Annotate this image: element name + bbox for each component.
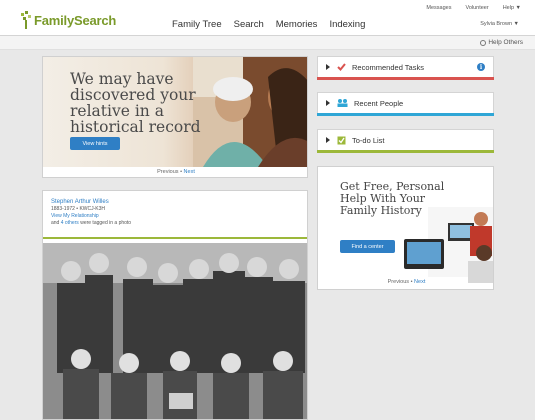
group-photo[interactable] (43, 243, 307, 419)
view-relationship-link[interactable]: View My Relationship (51, 213, 301, 220)
todo-list-accent (317, 150, 494, 153)
volunteer-link[interactable]: Volunteer (465, 5, 488, 11)
personal-help-promo: Get Free, Personal Help With Your Family… (317, 166, 494, 290)
group-photo-image (43, 243, 307, 419)
tag-summary: and 4 others were tagged in a photo (51, 220, 301, 227)
photo-divider (43, 237, 307, 239)
people-icon (337, 99, 348, 107)
hero-pager: Previous • Next (43, 169, 307, 175)
recommended-tasks-label: Recommended Tasks (352, 62, 424, 72)
familysearch-logo[interactable]: FamilySearch (20, 10, 116, 30)
info-icon[interactable]: i (477, 63, 485, 71)
hero-next-link[interactable]: Next (184, 169, 195, 175)
help-others-label: Help Others (488, 39, 523, 46)
expand-arrow-icon (326, 100, 330, 106)
hero-prev-link[interactable]: Previous (157, 169, 178, 175)
hero-pager-sep: • (180, 169, 183, 175)
recent-people-label: Recent People (354, 98, 404, 108)
nav-indexing[interactable]: Indexing (329, 19, 365, 30)
utility-nav: Messages Volunteer Help ▼ (412, 5, 521, 11)
messages-link[interactable]: Messages (426, 5, 451, 11)
hero-image: We may have discovered your relative in … (43, 57, 307, 167)
todo-icon (337, 136, 346, 144)
recent-people-accent (317, 113, 494, 116)
view-hints-button[interactable]: View hints (70, 137, 120, 150)
top-header: FamilySearch Family Tree Search Memories… (0, 0, 535, 36)
sub-header: Help Others (0, 36, 535, 50)
tag-others-link[interactable]: 4 others (61, 220, 79, 226)
help-others-link[interactable]: Help Others (480, 39, 523, 46)
find-a-center-button[interactable]: Find a center (340, 240, 395, 253)
recommended-tasks-accent (317, 77, 494, 80)
nav-search[interactable]: Search (234, 19, 264, 30)
recent-people-panel[interactable]: Recent People (317, 92, 494, 116)
promo-pager-sep: • (410, 279, 413, 285)
help-menu[interactable]: Help ▼ (503, 5, 521, 11)
photo-meta: Stephen Arthur Willes 1883-1972 • KWCJ-K… (51, 199, 301, 227)
hints-card: We may have discovered your relative in … (42, 56, 308, 178)
todo-list-label: To-do List (352, 135, 385, 145)
person-name-link[interactable]: Stephen Arthur Willes (51, 199, 301, 206)
promo-title: Get Free, Personal Help With Your Family… (340, 180, 445, 217)
check-icon (337, 63, 346, 71)
expand-arrow-icon (326, 137, 330, 143)
main-nav: Family Tree Search Memories Indexing (172, 19, 377, 30)
todo-list-panel[interactable]: To-do List (317, 129, 494, 153)
person-details: 1883-1972 • KWCJ-K3H (51, 206, 105, 212)
user-menu[interactable]: Sylvia Brown ▼ (480, 21, 519, 27)
recommended-tasks-panel[interactable]: Recommended Tasks i (317, 56, 494, 80)
promo-next-link[interactable]: Next (414, 279, 425, 285)
nav-family-tree[interactable]: Family Tree (172, 19, 222, 30)
logo-text: FamilySearch (34, 12, 117, 28)
hero-title: We may have discovered your relative in … (70, 70, 201, 136)
expand-arrow-icon (326, 64, 330, 70)
nav-memories[interactable]: Memories (276, 19, 318, 30)
help-others-icon (480, 39, 487, 46)
tag-suffix: were tagged in a photo (80, 220, 132, 226)
promo-prev-link[interactable]: Previous (388, 279, 409, 285)
promo-pager: Previous • Next (318, 279, 493, 285)
tag-prefix: and (51, 220, 60, 226)
photo-tag-card: Stephen Arthur Willes 1883-1972 • KWCJ-K… (42, 190, 308, 420)
tree-logo-icon (21, 11, 31, 29)
